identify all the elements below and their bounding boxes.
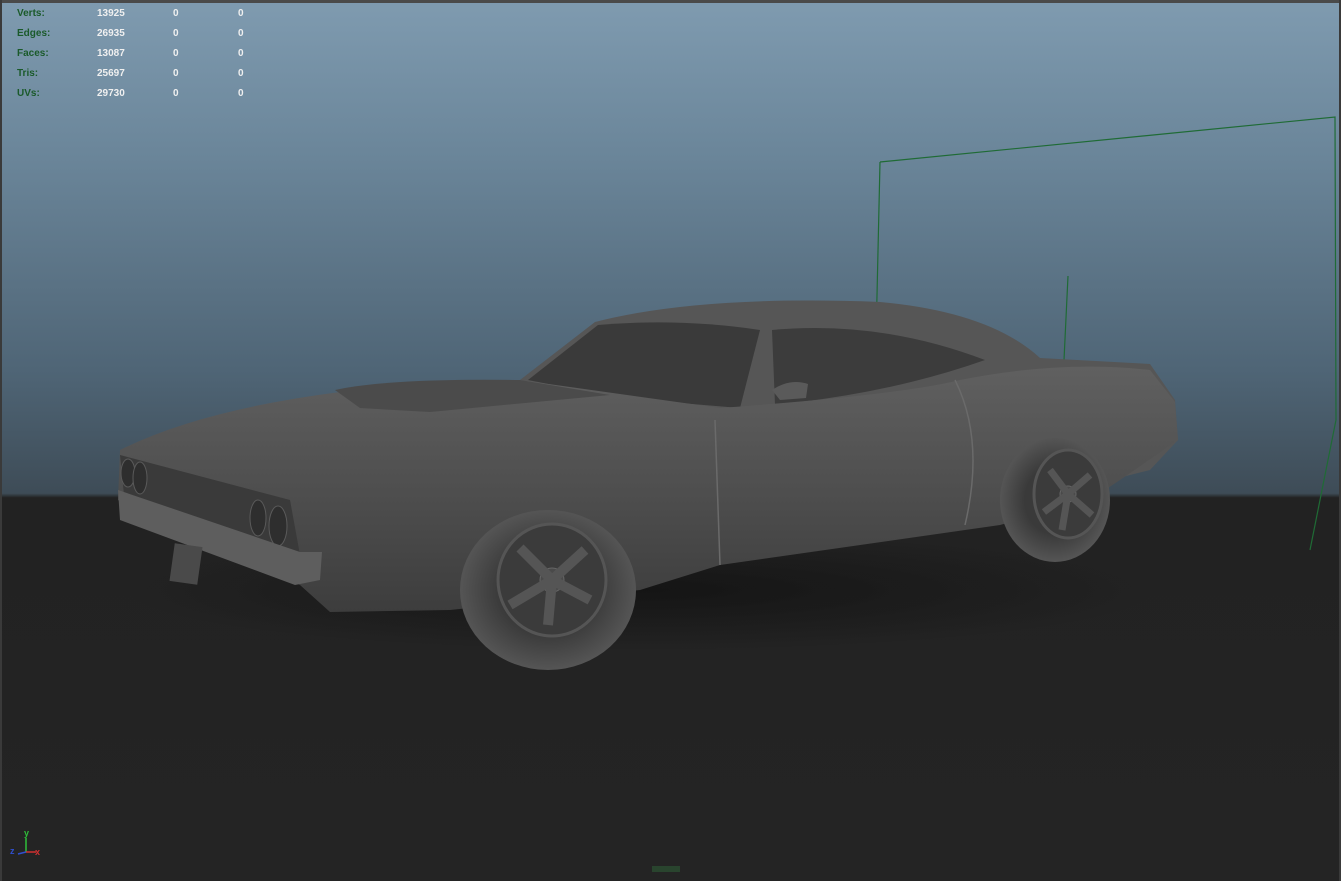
axis-y-label: y [24,828,30,838]
hud-label: Edges: [17,28,51,39]
hud-selected: 0 [173,48,179,59]
front-wheel[interactable] [460,510,636,670]
hud-object: 0 [238,28,244,39]
hud-label: Verts: [17,8,45,19]
hud-object: 0 [238,88,244,99]
axis-z-label: z [10,846,15,856]
hud-selected: 0 [173,8,179,19]
hud-label: Faces: [17,48,49,59]
rear-wheel[interactable] [1000,438,1110,562]
axis-x-label: x [35,847,41,857]
axis-gizmo-icon: y z x [10,828,44,860]
hud-total: 25697 [97,68,125,79]
hud-total: 26935 [97,28,125,39]
hud-total: 13087 [97,48,125,59]
hud-selected: 0 [173,28,179,39]
hud-row-uvs: UVs: 29730 0 0 [17,84,278,104]
hud-row-faces: Faces: 13087 0 0 [17,44,278,64]
3d-viewport[interactable]: Verts: 13925 0 0 Edges: 26935 0 0 Faces:… [0,0,1341,881]
hud-row-edges: Edges: 26935 0 0 [17,24,278,44]
hud-row-tris: Tris: 25697 0 0 [17,64,278,84]
hud-object: 0 [238,8,244,19]
poly-count-hud: Verts: 13925 0 0 Edges: 26935 0 0 Faces:… [17,4,278,104]
scene-render[interactable] [0,0,1341,881]
hud-object: 0 [238,48,244,59]
hud-row-verts: Verts: 13925 0 0 [17,4,278,24]
hud-label: UVs: [17,88,40,99]
camera-name-indicator [652,866,680,872]
hud-selected: 0 [173,88,179,99]
hud-object: 0 [238,68,244,79]
hud-total: 13925 [97,8,125,19]
hud-selected: 0 [173,68,179,79]
hud-total: 29730 [97,88,125,99]
hud-label: Tris: [17,68,39,79]
